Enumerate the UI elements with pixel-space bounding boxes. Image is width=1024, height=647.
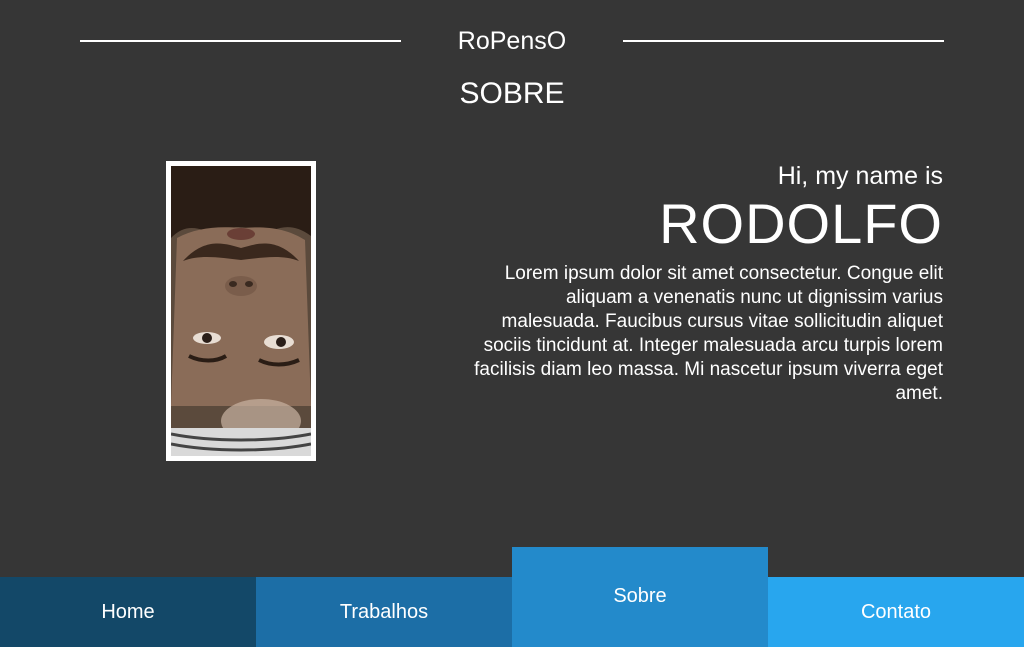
about-page: RoPensO SOBRE Hi, my name is RODOLFO Lor… xyxy=(0,0,1024,647)
nav-contato-label: Contato xyxy=(860,600,932,623)
nav-home[interactable]: Home xyxy=(0,577,256,647)
nav-sobre-label: Sobre xyxy=(613,584,667,607)
profile-photo xyxy=(166,161,316,461)
nav-home-label: Home xyxy=(101,600,155,623)
nav-contato[interactable]: Contato xyxy=(768,577,1024,647)
nav-trabalhos-label: Trabalhos xyxy=(339,600,429,623)
page-title: SOBRE xyxy=(459,77,565,110)
nav-trabalhos[interactable]: Trabalhos xyxy=(256,577,512,647)
intro-section: Hi, my name is RODOLFO Lorem ipsum dolor… xyxy=(443,160,943,406)
nav-sobre-active[interactable]: Sobre xyxy=(512,547,768,647)
bottom-navigation: Home Trabalhos Sobre Contato xyxy=(0,547,1024,647)
greeting-text: Hi, my name is xyxy=(777,162,943,190)
profile-photo-image xyxy=(171,166,311,456)
header-divider-right xyxy=(623,40,944,42)
bio-text: Lorem ipsum dolor sit amet consectetur. … xyxy=(474,263,943,404)
profile-name: RODOLFO xyxy=(659,192,943,255)
